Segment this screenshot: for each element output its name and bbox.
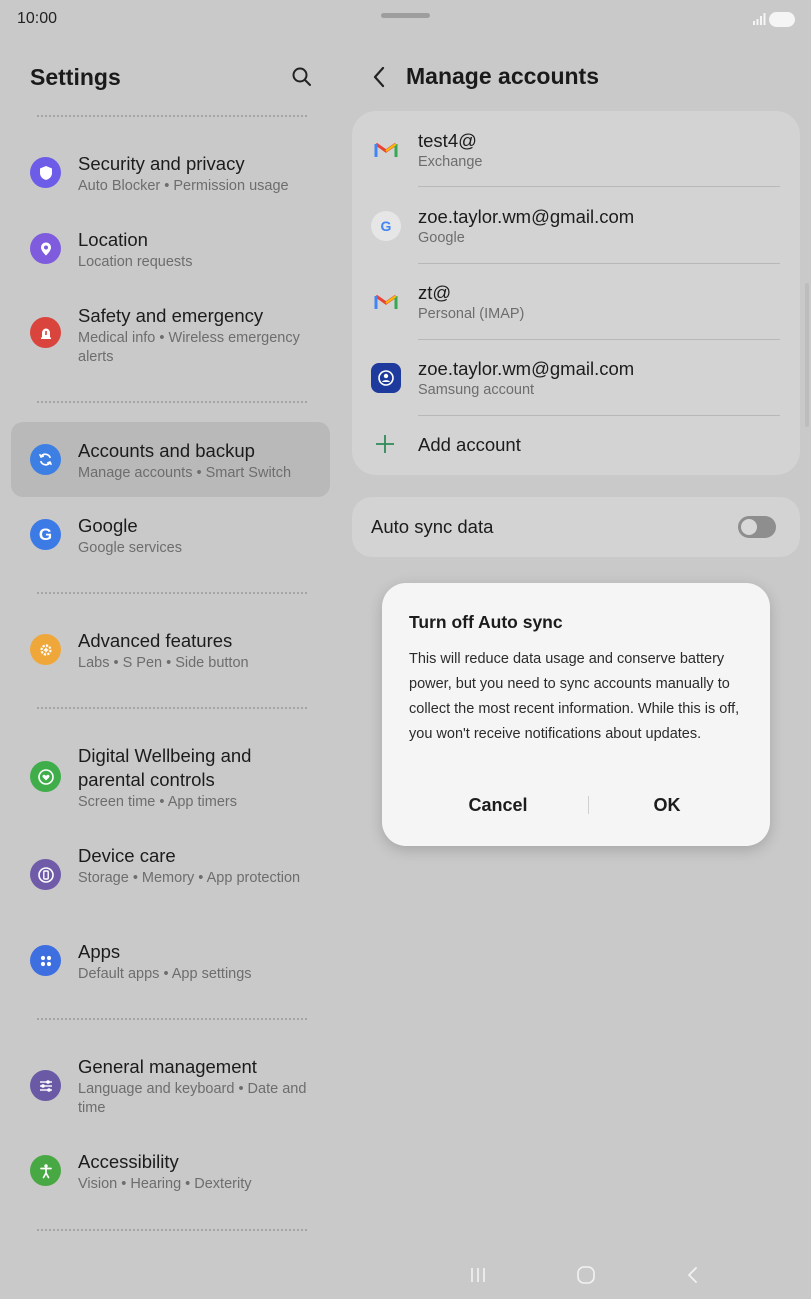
scrollbar[interactable]	[805, 283, 809, 427]
divider	[37, 401, 307, 403]
sidebar-item-label: Apps	[78, 941, 121, 962]
sidebar-item-label: General management	[78, 1056, 257, 1077]
sidebar-item-accessibility[interactable]: Accessibility Vision • Hearing • Dexteri…	[11, 1138, 330, 1208]
divider	[37, 115, 307, 117]
sidebar-item-subtitle: Storage • Memory • App protection	[78, 870, 301, 886]
auto-sync-row[interactable]: Auto sync data	[352, 497, 800, 557]
back-arrow-icon[interactable]	[368, 63, 392, 91]
divider	[37, 707, 307, 709]
sidebar-item-label: Security and privacy	[78, 153, 245, 174]
toggle-knob	[741, 519, 757, 535]
sidebar-item-label: Accounts and backup	[78, 440, 255, 461]
divider	[37, 1229, 307, 1231]
sidebar-item-subtitle: Manage accounts • Smart Switch	[78, 465, 292, 481]
account-type: Exchange	[418, 154, 483, 170]
sidebar-item-label: Location	[78, 229, 148, 250]
sidebar-item-subtitle: Auto Blocker • Permission usage	[78, 178, 289, 194]
sidebar-item-label: Digital Wellbeing and parental controls	[78, 745, 252, 790]
account-row-google[interactable]: G zoe.taylor.wm@gmail.com Google	[352, 187, 800, 263]
back-icon[interactable]	[681, 1264, 705, 1286]
sidebar-item-digital-wellbeing[interactable]: Digital Wellbeing and parental controls …	[11, 732, 330, 822]
dialog-message: This will reduce data usage and conserve…	[409, 651, 740, 742]
account-row-imap[interactable]: zt@ Personal (IMAP)	[352, 263, 800, 339]
sidebar-item-device-care[interactable]: Device care Storage • Memory • App prote…	[11, 832, 330, 920]
account-type: Samsung account	[418, 382, 535, 398]
account-type: Personal (IMAP)	[418, 306, 525, 322]
sidebar-item-location[interactable]: Location Location requests	[11, 216, 330, 286]
emergency-icon	[30, 317, 61, 348]
account-name: zoe.taylor.wm@gmail.com	[418, 206, 635, 227]
sidebar-item-label: Device care	[78, 845, 176, 866]
sidebar-item-label: Google	[78, 515, 138, 536]
sidebar-item-subtitle: Medical info • Wireless emergency alerts	[78, 330, 300, 365]
sidebar-item-subtitle: Google services	[78, 540, 182, 556]
search-icon[interactable]	[290, 65, 314, 89]
sidebar-item-subtitle: Labs • S Pen • Side button	[78, 655, 249, 671]
heart-circle-icon	[30, 761, 61, 792]
status-bar: 10:00	[0, 0, 811, 40]
auto-sync-toggle[interactable]	[738, 516, 776, 538]
sidebar-item-google[interactable]: G Google Google services	[11, 502, 330, 572]
gmail-icon	[371, 135, 401, 165]
accounts-list: test4@ Exchange G zoe.taylor.wm@gmail.co…	[352, 111, 800, 475]
sidebar-item-subtitle: Vision • Hearing • Dexterity	[78, 1176, 252, 1192]
detail-title: Manage accounts	[406, 63, 599, 89]
signal-icon	[753, 13, 766, 25]
sliders-icon	[30, 1070, 61, 1101]
account-row-samsung[interactable]: zoe.taylor.wm@gmail.com Samsung account	[352, 339, 800, 415]
location-pin-icon	[30, 233, 61, 264]
account-name: zoe.taylor.wm@gmail.com	[418, 358, 635, 379]
top-handle[interactable]	[381, 13, 430, 18]
sidebar-item-subtitle: Language and keyboard • Date and time	[78, 1081, 307, 1116]
add-account-label: Add account	[418, 434, 521, 455]
sidebar-item-general-management[interactable]: General management Language and keyboard…	[11, 1043, 330, 1131]
navigation-bar	[0, 1250, 811, 1299]
battery-icon	[769, 12, 795, 27]
page-title: Settings	[30, 64, 121, 90]
sync-icon	[30, 444, 61, 475]
divider	[37, 592, 307, 594]
sidebar-item-accounts[interactable]: Accounts and backup Manage accounts • Sm…	[11, 422, 330, 497]
account-name: zt@	[418, 282, 452, 303]
clock: 10:00	[17, 10, 58, 27]
device-care-icon	[30, 859, 61, 890]
sidebar-item-label: Advanced features	[78, 630, 233, 651]
home-icon[interactable]	[574, 1264, 598, 1286]
recents-icon[interactable]	[466, 1264, 490, 1286]
gear-plus-icon	[30, 634, 61, 665]
settings-pane: Settings Security and privacy Auto Block…	[0, 40, 342, 1250]
sidebar-item-label: Safety and emergency	[78, 305, 264, 326]
ok-button[interactable]: OK	[572, 788, 762, 822]
samsung-account-icon	[371, 363, 401, 393]
gmail-icon	[371, 287, 401, 317]
accessibility-icon	[30, 1155, 61, 1186]
account-name: test4@	[418, 130, 477, 151]
sidebar-item-subtitle: Screen time • App timers	[78, 794, 237, 810]
sidebar-item-label: Accessibility	[78, 1151, 179, 1172]
sidebar-item-safety[interactable]: Safety and emergency Medical info • Wire…	[11, 292, 330, 380]
sidebar-item-security[interactable]: Security and privacy Auto Blocker • Perm…	[11, 140, 330, 210]
google-icon: G	[371, 211, 401, 241]
auto-sync-label: Auto sync data	[371, 516, 494, 537]
add-account-button[interactable]: Add account	[352, 417, 800, 473]
account-type: Google	[418, 230, 465, 246]
plus-icon	[376, 435, 394, 453]
divider	[37, 1018, 307, 1020]
google-g-icon: G	[30, 519, 61, 550]
sidebar-item-apps[interactable]: Apps Default apps • App settings	[11, 928, 330, 998]
sidebar-item-subtitle: Location requests	[78, 254, 193, 270]
turn-off-auto-sync-dialog: Turn off Auto sync This will reduce data…	[382, 583, 770, 846]
sidebar-item-subtitle: Default apps • App settings	[78, 966, 252, 982]
account-row-exchange[interactable]: test4@ Exchange	[352, 111, 800, 187]
shield-icon	[30, 157, 61, 188]
row-divider	[418, 415, 780, 416]
sidebar-item-advanced-features[interactable]: Advanced features Labs • S Pen • Side bu…	[11, 617, 330, 687]
dialog-title: Turn off Auto sync	[409, 612, 563, 632]
apps-grid-icon	[30, 945, 61, 976]
cancel-button[interactable]: Cancel	[403, 788, 593, 822]
